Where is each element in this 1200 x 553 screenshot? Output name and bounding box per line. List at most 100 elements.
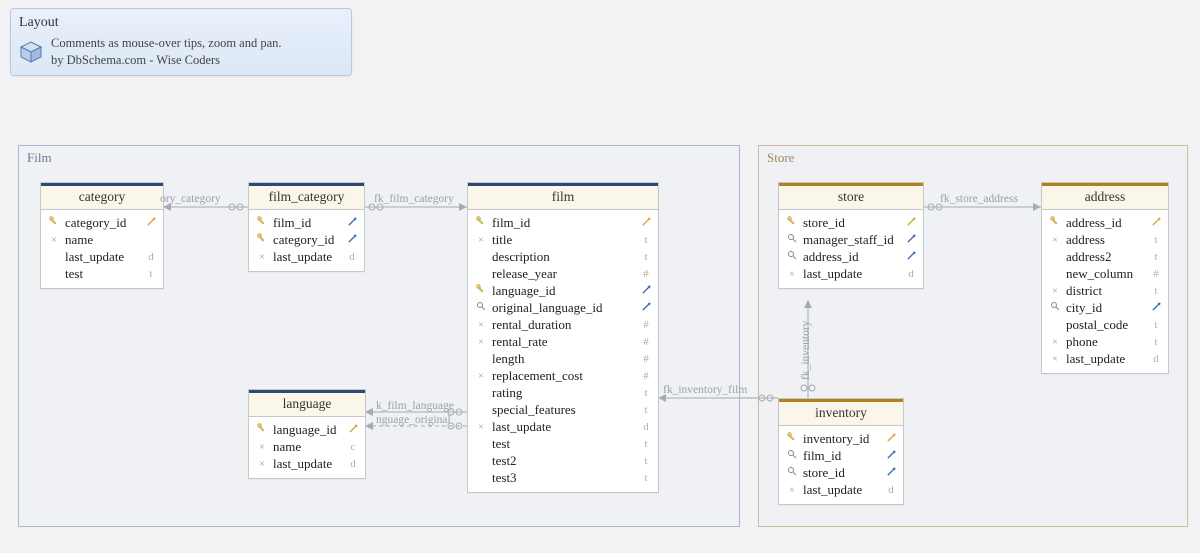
column-row[interactable]: ×last_updated: [1042, 350, 1168, 367]
column-row[interactable]: ×phonet: [1042, 333, 1168, 350]
entity-title[interactable]: category: [41, 183, 163, 210]
column-row[interactable]: ×name: [41, 231, 163, 248]
column-name: title: [488, 232, 640, 248]
col-right-icon: #: [640, 336, 652, 348]
column-row[interactable]: ×districtt: [1042, 282, 1168, 299]
entity-category[interactable]: categorycategory_id×namelast_updatedtest…: [40, 182, 164, 289]
col-right-icon: [885, 449, 897, 463]
column-row[interactable]: address2t: [1042, 248, 1168, 265]
column-row[interactable]: length#: [468, 350, 658, 367]
column-row[interactable]: store_id: [779, 464, 903, 481]
entity-film[interactable]: filmfilm_id×titletdescriptiontrelease_ye…: [467, 182, 659, 493]
col-left-icon: [255, 215, 269, 230]
rel-category-filmcat: ory_category: [160, 193, 221, 205]
col-right-icon: d: [145, 251, 157, 263]
column-row[interactable]: test2t: [468, 452, 658, 469]
column-row[interactable]: ×last_updated: [249, 248, 364, 265]
col-left-icon: [474, 283, 488, 298]
column-row[interactable]: ×rental_duration#: [468, 316, 658, 333]
column-row[interactable]: ×addresst: [1042, 231, 1168, 248]
column-name: test: [61, 266, 145, 282]
column-row[interactable]: ×rental_rate#: [468, 333, 658, 350]
col-right-icon: #: [640, 353, 652, 365]
column-row[interactable]: ×last_updated: [249, 455, 365, 472]
column-name: name: [269, 439, 347, 455]
column-row[interactable]: ×titlet: [468, 231, 658, 248]
col-right-icon: t: [1150, 251, 1162, 263]
col-right-icon: [640, 216, 652, 230]
column-name: district: [1062, 283, 1150, 299]
entity-inventory[interactable]: inventory inventory_idfilm_idstore_id×las…: [778, 398, 904, 505]
column-row[interactable]: city_id: [1042, 299, 1168, 316]
column-row[interactable]: film_id: [468, 214, 658, 231]
column-name: name: [61, 232, 145, 248]
column-row[interactable]: film_id: [779, 447, 903, 464]
column-row[interactable]: release_year#: [468, 265, 658, 282]
column-row[interactable]: ×replacement_cost#: [468, 367, 658, 384]
col-left-icon: ×: [1048, 336, 1062, 348]
column-row[interactable]: descriptiont: [468, 248, 658, 265]
col-right-icon: #: [640, 370, 652, 382]
column-row[interactable]: original_language_id: [468, 299, 658, 316]
column-name: postal_code: [1062, 317, 1150, 333]
column-name: address: [1062, 232, 1150, 248]
column-name: rating: [488, 385, 640, 401]
entity-store[interactable]: store store_idmanager_staff_idaddress_id×…: [778, 182, 924, 289]
col-right-icon: t: [640, 251, 652, 263]
col-left-icon: ×: [474, 234, 488, 246]
column-row[interactable]: ×last_updated: [779, 481, 903, 498]
column-row[interactable]: testt: [41, 265, 163, 282]
entity-language[interactable]: language language_id×namec×last_updated: [248, 389, 366, 479]
column-row[interactable]: testt: [468, 435, 658, 452]
column-row[interactable]: ×last_updated: [468, 418, 658, 435]
column-name: address2: [1062, 249, 1150, 265]
col-right-icon: [640, 284, 652, 298]
column-row[interactable]: category_id: [41, 214, 163, 231]
rel-store-address: fk_store_address: [940, 193, 1018, 205]
column-name: description: [488, 249, 640, 265]
column-name: length: [488, 351, 640, 367]
column-row[interactable]: last_updated: [41, 248, 163, 265]
col-left-icon: [255, 232, 269, 247]
column-name: original_language_id: [488, 300, 640, 316]
col-left-icon: [1048, 215, 1062, 230]
column-row[interactable]: category_id: [249, 231, 364, 248]
column-row[interactable]: test3t: [468, 469, 658, 486]
column-row[interactable]: address_id: [779, 248, 923, 265]
entity-title[interactable]: language: [249, 390, 365, 417]
column-row[interactable]: language_id: [249, 421, 365, 438]
col-left-icon: ×: [47, 234, 61, 246]
column-row[interactable]: ×namec: [249, 438, 365, 455]
column-row[interactable]: inventory_id: [779, 430, 903, 447]
entity-title[interactable]: film_category: [249, 183, 364, 210]
column-row[interactable]: manager_staff_id: [779, 231, 923, 248]
entity-film-category[interactable]: film_category film_idcategory_id×last_upd…: [248, 182, 365, 272]
column-row[interactable]: ×last_updated: [779, 265, 923, 282]
rel-inventory-store: fk_inventory: [800, 321, 812, 380]
entity-title[interactable]: film: [468, 183, 658, 210]
entity-title[interactable]: inventory: [779, 399, 903, 426]
entity-title[interactable]: store: [779, 183, 923, 210]
column-row[interactable]: postal_codet: [1042, 316, 1168, 333]
column-row[interactable]: film_id: [249, 214, 364, 231]
col-right-icon: [145, 216, 157, 230]
column-row[interactable]: new_column#: [1042, 265, 1168, 282]
column-row[interactable]: ratingt: [468, 384, 658, 401]
layout-title: Layout: [19, 15, 341, 31]
column-name: last_update: [799, 482, 885, 498]
column-row[interactable]: special_featurest: [468, 401, 658, 418]
col-left-icon: ×: [1048, 234, 1062, 246]
rel-film-language-orig: nguage_original: [376, 414, 451, 426]
column-row[interactable]: language_id: [468, 282, 658, 299]
column-row[interactable]: address_id: [1042, 214, 1168, 231]
col-left-icon: ×: [474, 421, 488, 433]
group-label-store: Store: [767, 150, 794, 166]
column-row[interactable]: store_id: [779, 214, 923, 231]
col-left-icon: ×: [474, 370, 488, 382]
col-right-icon: [905, 250, 917, 264]
entity-title[interactable]: address: [1042, 183, 1168, 210]
diagram-canvas[interactable]: Layout Comments as mouse-over tips, zoom…: [0, 0, 1200, 553]
col-right-icon: [905, 233, 917, 247]
rel-filmcat-film: fk_film_category: [374, 193, 454, 205]
entity-address[interactable]: addressaddress_id×addresstaddress2tnew_c…: [1041, 182, 1169, 374]
